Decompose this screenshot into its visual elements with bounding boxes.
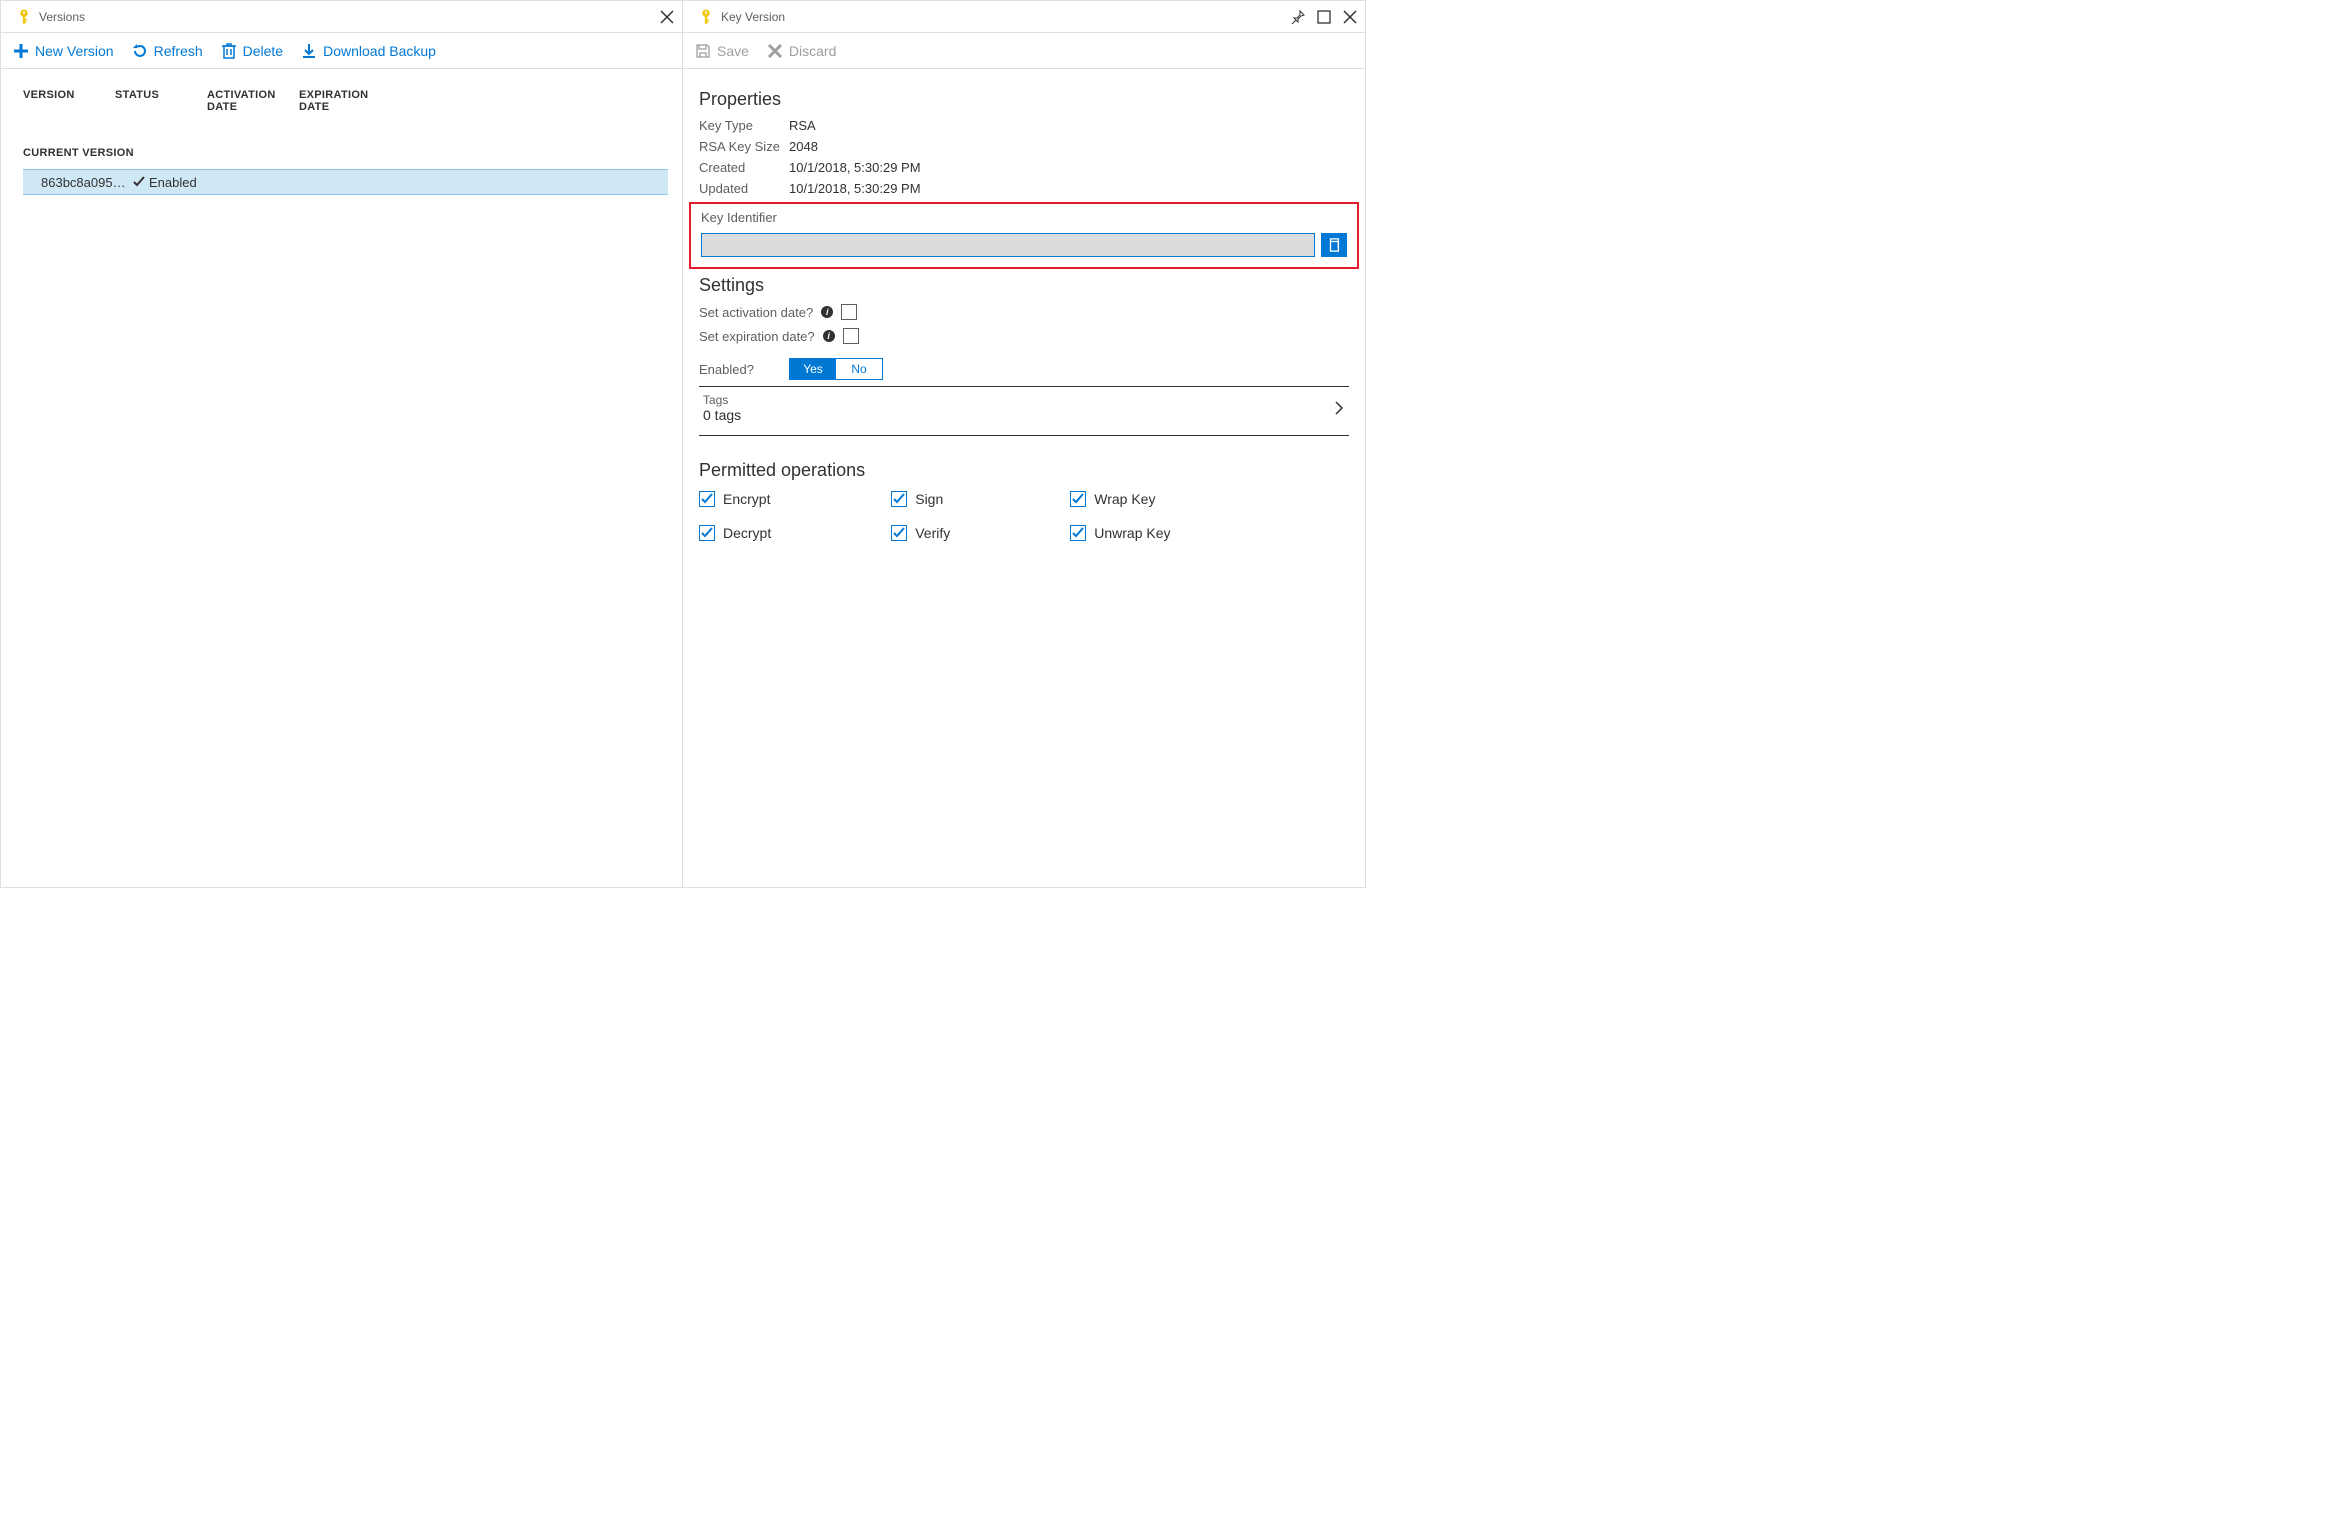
pin-icon bbox=[1291, 10, 1305, 24]
left-blade-title: Versions bbox=[39, 10, 85, 24]
version-id: 863bc8a095044a… bbox=[41, 175, 133, 190]
key-identifier-input[interactable] bbox=[701, 233, 1315, 257]
settings-heading: Settings bbox=[699, 275, 1349, 296]
wrap-checkbox[interactable] bbox=[1070, 491, 1086, 507]
download-backup-button[interactable]: Download Backup bbox=[301, 43, 436, 59]
sign-checkbox[interactable] bbox=[891, 491, 907, 507]
current-version-heading: CURRENT VERSION bbox=[23, 147, 668, 159]
tags-label: Tags bbox=[703, 393, 741, 407]
trash-icon bbox=[221, 43, 237, 59]
verify-label: Verify bbox=[915, 525, 950, 541]
key-identifier-highlight: Key Identifier bbox=[689, 202, 1359, 269]
close-right-button[interactable] bbox=[1341, 8, 1359, 26]
tags-row[interactable]: Tags 0 tags bbox=[699, 387, 1349, 429]
check-icon bbox=[133, 176, 145, 188]
created-value: 10/1/2018, 5:30:29 PM bbox=[789, 160, 921, 175]
discard-label: Discard bbox=[789, 43, 836, 59]
delete-button[interactable]: Delete bbox=[221, 43, 283, 59]
new-version-label: New Version bbox=[35, 43, 114, 59]
activation-date-label: Set activation date? bbox=[699, 305, 813, 320]
refresh-label: Refresh bbox=[154, 43, 203, 59]
key-size-value: 2048 bbox=[789, 139, 818, 154]
properties-heading: Properties bbox=[699, 89, 1349, 110]
refresh-icon bbox=[132, 43, 148, 59]
close-left-button[interactable] bbox=[658, 8, 676, 26]
save-icon bbox=[695, 43, 711, 59]
plus-icon bbox=[13, 43, 29, 59]
enabled-toggle[interactable]: Yes No bbox=[789, 358, 883, 380]
col-expiration: EXPIRATION DATE bbox=[299, 89, 391, 113]
left-blade-header: Versions bbox=[1, 1, 682, 33]
expiration-date-checkbox[interactable] bbox=[843, 328, 859, 344]
left-command-bar: New Version Refresh Delete Download Back… bbox=[1, 33, 682, 69]
version-status: Enabled bbox=[149, 175, 197, 190]
updated-label: Updated bbox=[699, 181, 789, 196]
key-size-label: RSA Key Size bbox=[699, 139, 789, 154]
download-backup-label: Download Backup bbox=[323, 43, 436, 59]
right-command-bar: Save Discard bbox=[683, 33, 1365, 69]
copy-button[interactable] bbox=[1321, 233, 1347, 257]
created-label: Created bbox=[699, 160, 789, 175]
col-activation: ACTIVATION DATE bbox=[207, 89, 299, 113]
copy-icon bbox=[1327, 238, 1341, 252]
key-type-value: RSA bbox=[789, 118, 816, 133]
expiration-date-label: Set expiration date? bbox=[699, 329, 815, 344]
info-icon[interactable]: i bbox=[823, 330, 835, 342]
key-icon bbox=[15, 7, 33, 27]
maximize-button[interactable] bbox=[1315, 8, 1333, 26]
chevron-right-icon bbox=[1333, 401, 1345, 415]
permitted-ops-heading: Permitted operations bbox=[699, 460, 1349, 481]
decrypt-label: Decrypt bbox=[723, 525, 771, 541]
col-status: STATUS bbox=[115, 89, 207, 113]
right-blade-header: Key Version bbox=[683, 1, 1365, 33]
toggle-no[interactable]: No bbox=[836, 359, 882, 379]
download-icon bbox=[301, 43, 317, 59]
new-version-button[interactable]: New Version bbox=[13, 43, 114, 59]
refresh-button[interactable]: Refresh bbox=[132, 43, 203, 59]
save-label: Save bbox=[717, 43, 749, 59]
decrypt-checkbox[interactable] bbox=[699, 525, 715, 541]
unwrap-checkbox[interactable] bbox=[1070, 525, 1086, 541]
activation-date-checkbox[interactable] bbox=[841, 304, 857, 320]
version-row[interactable]: 863bc8a095044a… Enabled bbox=[23, 169, 668, 195]
encrypt-checkbox[interactable] bbox=[699, 491, 715, 507]
key-icon bbox=[697, 7, 715, 27]
toggle-yes[interactable]: Yes bbox=[790, 359, 836, 379]
discard-button[interactable]: Discard bbox=[767, 43, 836, 59]
encrypt-label: Encrypt bbox=[723, 491, 770, 507]
tags-count: 0 tags bbox=[703, 407, 741, 423]
close-icon bbox=[1343, 10, 1357, 24]
col-version: VERSION bbox=[23, 89, 115, 113]
verify-checkbox[interactable] bbox=[891, 525, 907, 541]
info-icon[interactable]: i bbox=[821, 306, 833, 318]
discard-icon bbox=[767, 43, 783, 59]
save-button[interactable]: Save bbox=[695, 43, 749, 59]
enabled-label: Enabled? bbox=[699, 362, 789, 377]
unwrap-label: Unwrap Key bbox=[1094, 525, 1170, 541]
right-blade-title: Key Version bbox=[721, 10, 785, 24]
maximize-icon bbox=[1317, 10, 1331, 24]
delete-label: Delete bbox=[243, 43, 283, 59]
versions-columns: VERSION STATUS ACTIVATION DATE EXPIRATIO… bbox=[23, 89, 668, 113]
updated-value: 10/1/2018, 5:30:29 PM bbox=[789, 181, 921, 196]
close-icon bbox=[660, 10, 674, 24]
pin-button[interactable] bbox=[1289, 8, 1307, 26]
key-identifier-label: Key Identifier bbox=[701, 210, 1347, 225]
wrap-label: Wrap Key bbox=[1094, 491, 1155, 507]
sign-label: Sign bbox=[915, 491, 943, 507]
key-type-label: Key Type bbox=[699, 118, 789, 133]
